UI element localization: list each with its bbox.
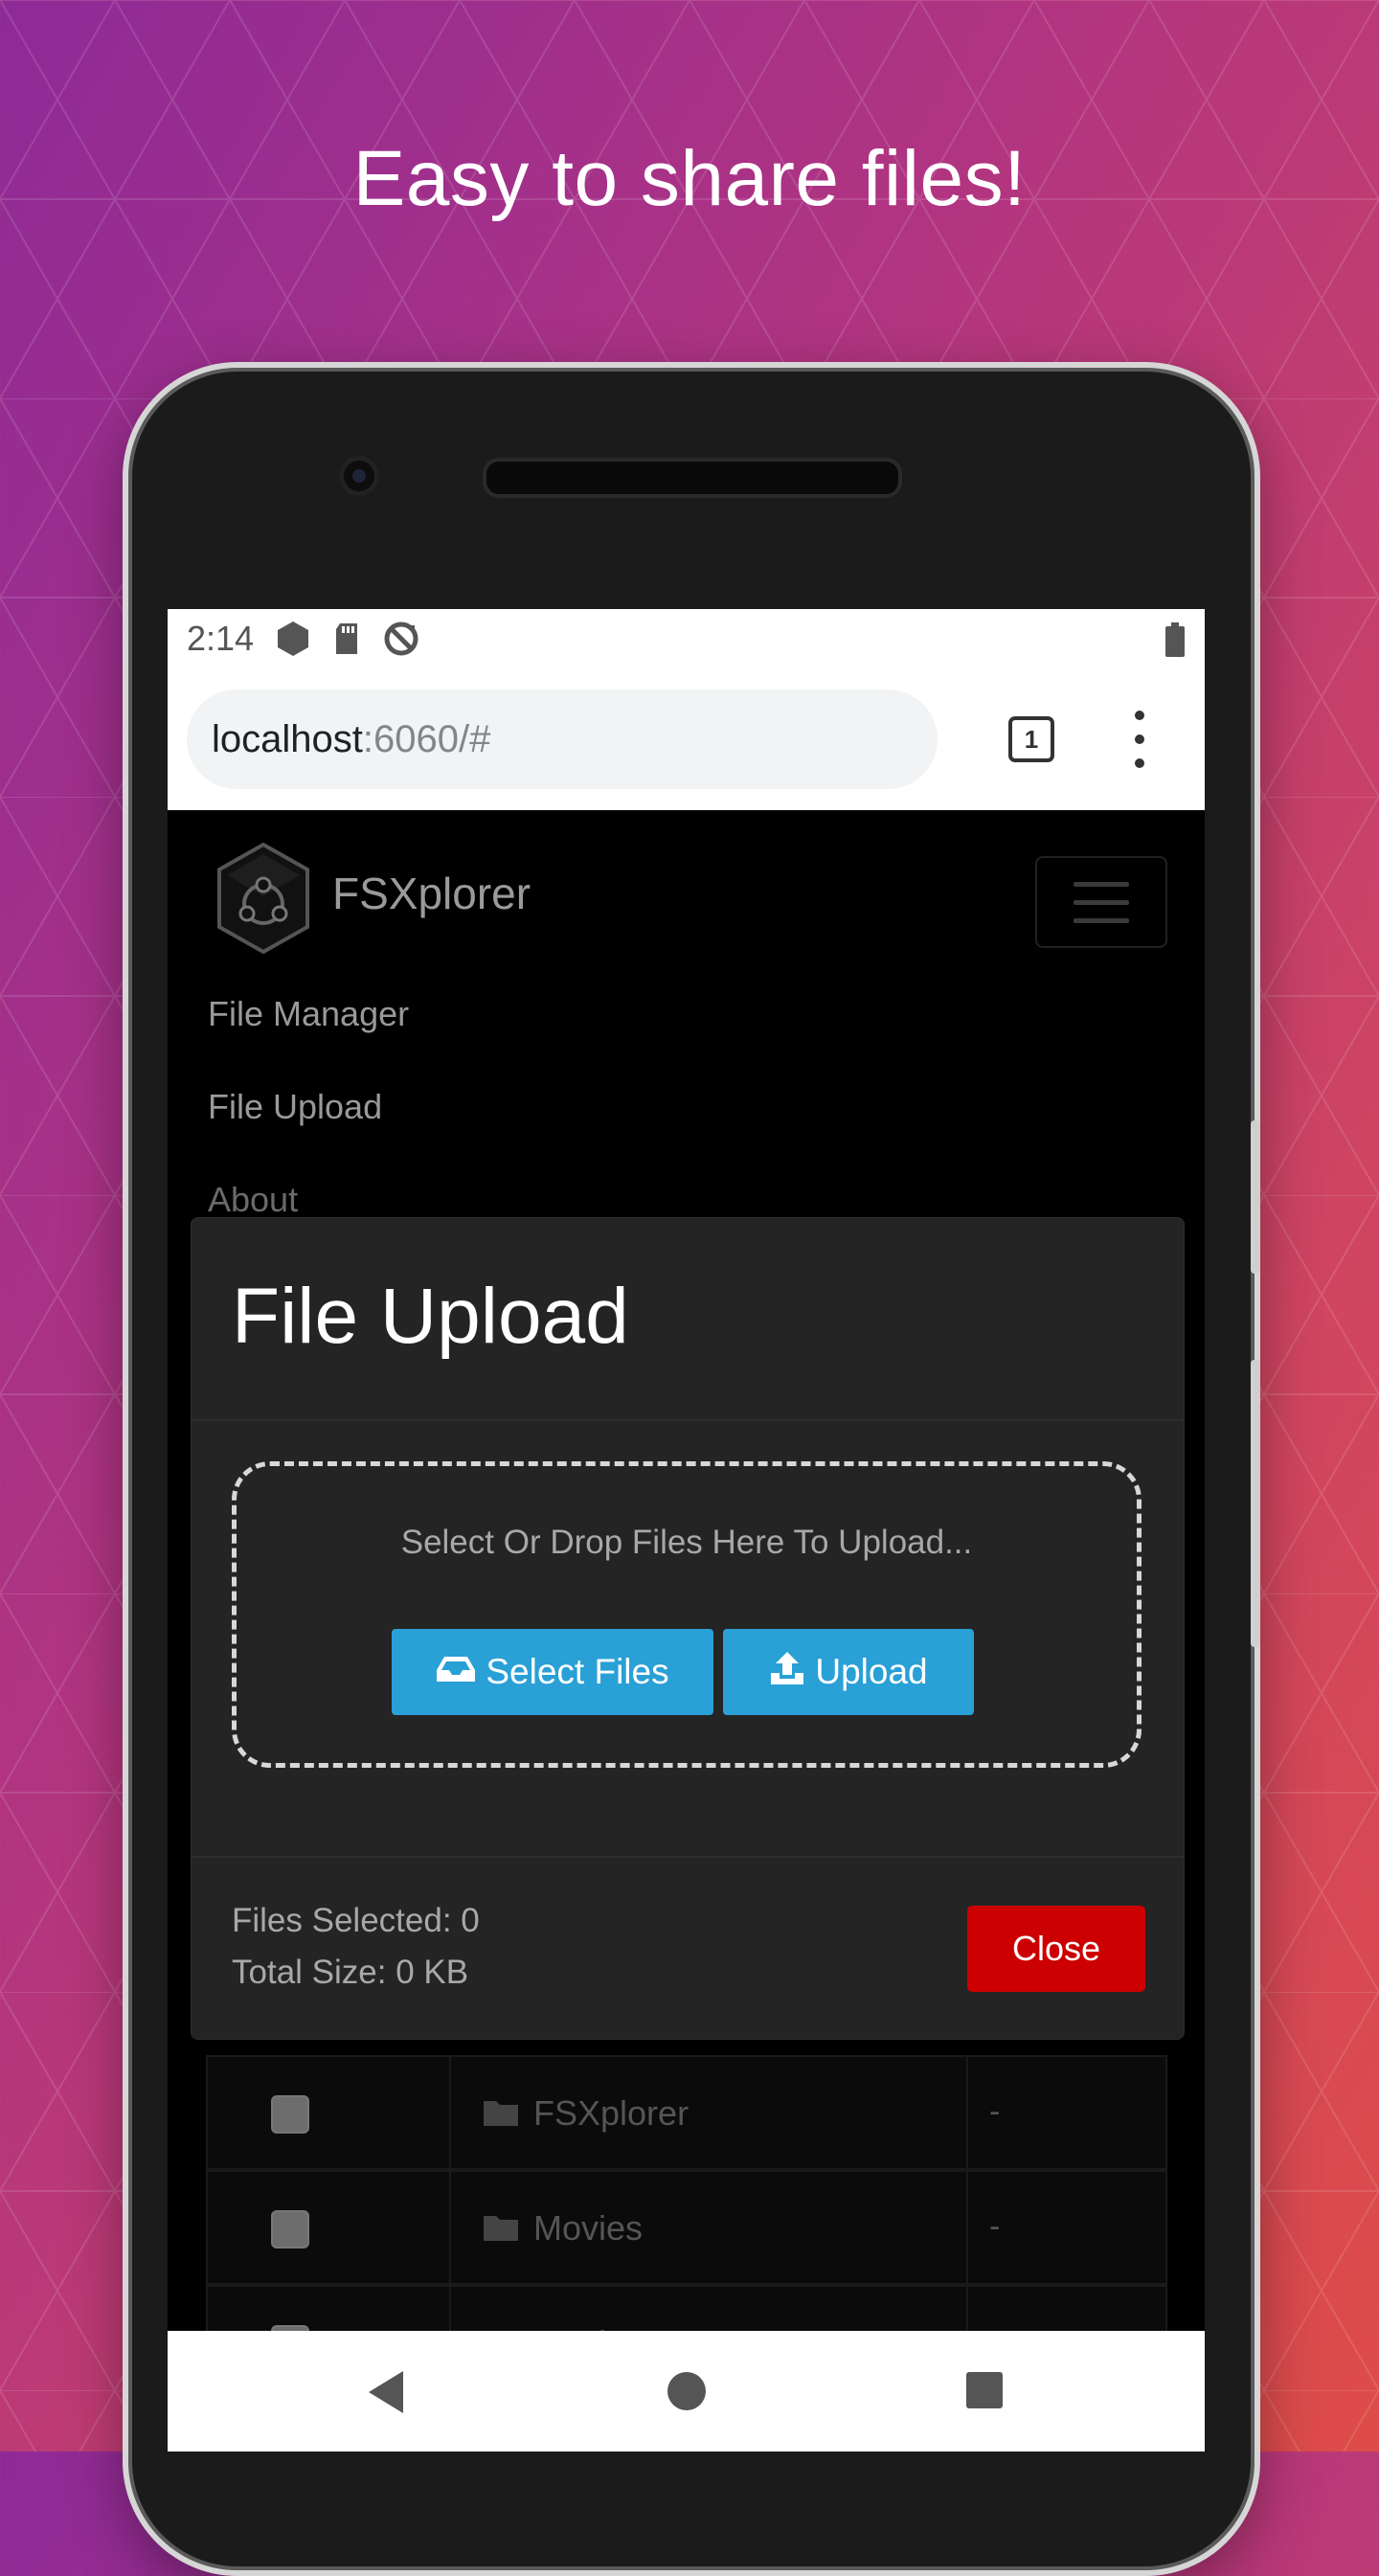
front-camera <box>339 456 379 496</box>
files-selected-text: Files Selected: 0 <box>232 1902 480 1939</box>
file-upload-modal: File Upload Select Or Drop Files Here To… <box>191 1217 1185 2040</box>
more-vert-icon[interactable] <box>1125 711 1154 768</box>
volume-button <box>1251 1120 1260 1274</box>
url-path: :6060/# <box>362 717 491 760</box>
select-files-label: Select Files <box>486 1652 669 1691</box>
modal-title: File Upload <box>232 1273 629 1360</box>
total-size-text: Total Size: 0 KB <box>232 1954 469 1991</box>
inbox-icon <box>436 1652 476 1692</box>
home-icon[interactable] <box>667 2371 707 2416</box>
select-files-button[interactable]: Select Files <box>392 1629 713 1715</box>
earpiece-speaker <box>483 458 902 498</box>
upload-button[interactable]: Upload <box>723 1629 974 1715</box>
no-sync-icon <box>382 620 420 658</box>
folder-icon <box>482 2212 520 2248</box>
nav-file-manager[interactable]: File Manager <box>208 994 409 1034</box>
status-time: 2:14 <box>187 619 255 658</box>
sd-card-icon <box>332 621 361 656</box>
browser-toolbar: localhost:6060/# 1 <box>168 668 1205 810</box>
phone-screen: 2:14 localhost:6060/# 1 FSXplorer File … <box>168 609 1205 2452</box>
upload-icon <box>769 1650 805 1695</box>
nav-file-upload[interactable]: File Upload <box>208 1087 382 1127</box>
file-size: - <box>989 2093 1001 2130</box>
nav-about[interactable]: About <box>208 1180 298 1220</box>
drop-zone-text: Select Or Drop Files Here To Upload... <box>400 1524 973 1561</box>
navbar-toggle-button[interactable] <box>1035 856 1167 948</box>
table-row[interactable]: FSXplorer - <box>206 2055 1167 2170</box>
system-nav-bar <box>168 2331 1205 2452</box>
modal-footer-divider <box>192 1856 1184 1858</box>
upload-label: Upload <box>815 1652 928 1691</box>
close-button[interactable]: Close <box>967 1906 1145 1992</box>
modal-header-divider <box>192 1419 1184 1421</box>
recents-icon[interactable] <box>965 2371 1004 2414</box>
url-field[interactable]: localhost:6060/# <box>187 689 938 789</box>
folder-icon <box>482 2097 520 2133</box>
brand-name[interactable]: FSXplorer <box>332 868 531 919</box>
web-page: FSXplorer File Manager File Upload About… <box>168 810 1205 2452</box>
headline: Easy to share files! <box>352 135 1027 222</box>
row-checkbox[interactable] <box>271 2095 309 2134</box>
file-name[interactable]: Movies <box>533 2208 643 2248</box>
file-name[interactable]: FSXplorer <box>533 2093 689 2134</box>
power-button <box>1251 1360 1260 1647</box>
back-icon[interactable] <box>365 2369 407 2420</box>
url-host: localhost <box>212 717 363 760</box>
status-bar: 2:14 <box>168 609 1205 668</box>
tab-switcher-button[interactable]: 1 <box>1008 716 1054 762</box>
hexagon-icon <box>275 620 311 658</box>
battery-icon <box>1164 622 1186 666</box>
drop-zone[interactable]: Select Or Drop Files Here To Upload... S… <box>232 1461 1142 1768</box>
table-row[interactable]: Movies - <box>206 2170 1167 2285</box>
file-size: - <box>989 2208 1001 2245</box>
row-checkbox[interactable] <box>271 2210 309 2248</box>
brand-logo-icon[interactable] <box>214 841 313 960</box>
